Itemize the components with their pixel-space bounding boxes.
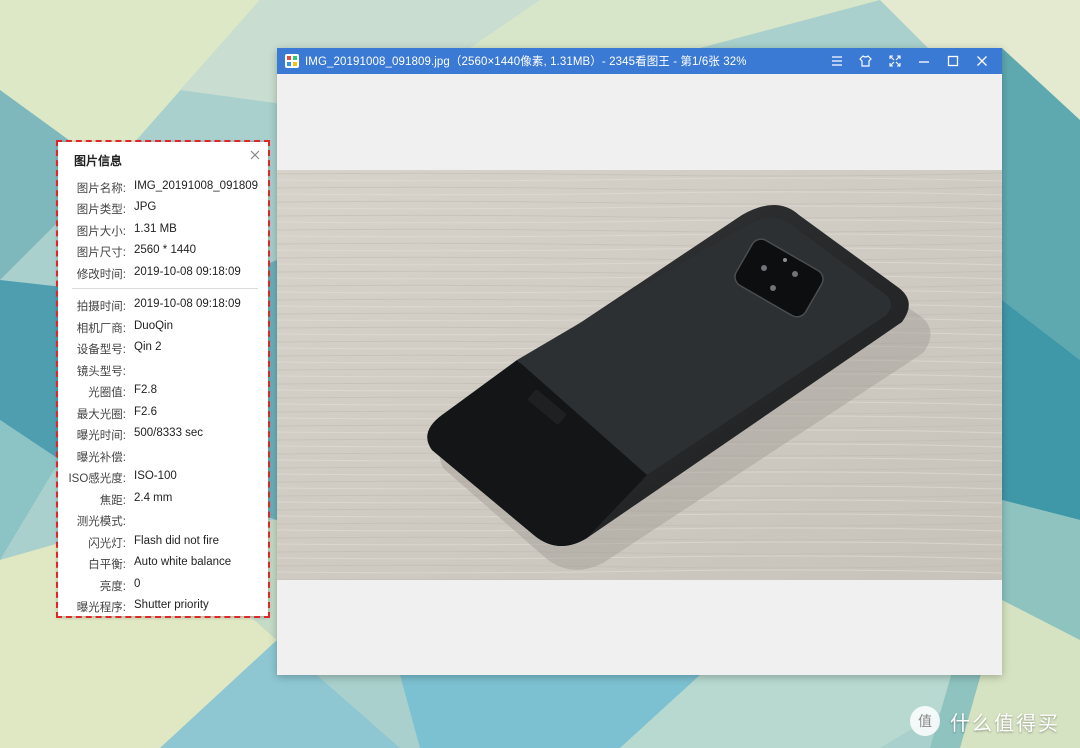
image-viewer-window: IMG_20191008_091809.jpg（2560×1440像素, 1.3… xyxy=(277,48,1002,675)
info-row-value: ISO-100 xyxy=(134,470,177,482)
skin-icon[interactable] xyxy=(851,48,880,74)
info-row: 闪光灯: Flash did not fire xyxy=(58,532,268,552)
info-row-label: 测光模式: xyxy=(76,516,126,528)
info-row-label: 相机厂商: xyxy=(76,323,126,335)
menu-icon[interactable] xyxy=(822,48,851,74)
watermark-badge: 值 xyxy=(910,706,940,736)
info-row-label: 镜头型号: xyxy=(76,366,126,378)
close-icon[interactable] xyxy=(248,148,262,162)
info-row-value: 2019-10-08 09:18:09 xyxy=(134,266,241,278)
info-row-label: 亮度: xyxy=(99,581,126,593)
info-row-label: 图片大小: xyxy=(76,226,126,238)
fullscreen-icon[interactable] xyxy=(880,48,909,74)
info-row: 最大光圈: F2.6 xyxy=(58,403,268,423)
info-row: ISO感光度: ISO-100 xyxy=(58,467,268,487)
info-row: 焦距: 2.4 mm xyxy=(58,489,268,509)
info-row: 设备型号: Qin 2 xyxy=(58,338,268,358)
maximize-icon[interactable] xyxy=(938,48,967,74)
info-row-label: 光圈值: xyxy=(88,387,126,399)
app-logo-icon xyxy=(285,54,299,68)
info-row: 曝光程序: Shutter priority xyxy=(58,596,268,616)
info-panel-title: 图片信息 xyxy=(74,154,123,168)
info-row-value: Flash did not fire xyxy=(134,535,220,547)
window-title: IMG_20191008_091809.jpg（2560×1440像素, 1.3… xyxy=(305,56,747,68)
info-row-value: 2019-10-08 09:18:09 xyxy=(134,298,241,310)
info-panel-header: 图片信息 xyxy=(58,142,268,176)
info-row: 图片大小: 1.31 MB xyxy=(58,220,268,240)
minimize-icon[interactable] xyxy=(909,48,938,74)
info-row-label: 闪光灯: xyxy=(88,538,126,550)
info-row-label: 修改时间: xyxy=(76,269,126,281)
info-row-label: 曝光程序: xyxy=(76,602,126,614)
info-row-label: 设备型号: xyxy=(76,344,126,356)
info-row: 镜头型号: xyxy=(58,360,268,380)
info-row-label: 拍摄时间: xyxy=(76,301,126,313)
section-divider xyxy=(72,288,258,289)
info-row-value: 1.31 MB xyxy=(134,223,177,235)
info-row: 曝光时间: 500/8333 sec xyxy=(58,424,268,444)
info-row-value: 0 xyxy=(134,578,141,590)
info-row-value: F2.6 xyxy=(134,406,158,418)
info-row-value: 2560 * 1440 xyxy=(134,244,197,256)
info-row-value: Shutter priority xyxy=(134,599,209,611)
info-row-value: F2.8 xyxy=(134,384,158,396)
info-row-value: Auto white balance xyxy=(134,556,232,568)
info-row: 白平衡: Auto white balance xyxy=(58,553,268,573)
info-row-label: ISO感光度: xyxy=(68,473,126,485)
info-row: 亮度: 0 xyxy=(58,575,268,595)
title-bar[interactable]: IMG_20191008_091809.jpg（2560×1440像素, 1.3… xyxy=(277,48,1002,74)
info-row-label: 曝光补偿: xyxy=(76,452,126,464)
info-row-label: 焦距: xyxy=(99,495,126,507)
info-row-label: 图片名称: xyxy=(76,183,126,195)
info-row-label: 图片类型: xyxy=(76,204,126,216)
info-row-value: 2.4 mm xyxy=(134,492,173,504)
info-row: 相机厂商: DuoQin xyxy=(58,317,268,337)
info-row-label: 白平衡: xyxy=(88,559,126,571)
info-row: 图片名称: IMG_20191008_091809 xyxy=(58,177,268,197)
info-row-label: 最大光圈: xyxy=(76,409,126,421)
info-row: 图片类型: JPG xyxy=(58,198,268,218)
watermark: 值 什么值得买 xyxy=(910,704,1060,738)
image-info-panel: 图片信息 图片名称: IMG_20191008_091809 图片类型: JPG 图片大… xyxy=(58,142,268,616)
info-row: 测光模式: xyxy=(58,510,268,530)
watermark-text: 什么值得买 xyxy=(950,712,1060,735)
info-row-value: 500/8333 sec xyxy=(134,427,204,439)
info-row: 修改时间: 2019-10-08 09:18:09 xyxy=(58,263,268,283)
info-row: 图片尺寸: 2560 * 1440 xyxy=(58,241,268,261)
close-icon[interactable] xyxy=(967,48,996,74)
displayed-photo xyxy=(277,170,1002,580)
info-row: 拍摄时间: 2019-10-08 09:18:09 xyxy=(58,295,268,315)
info-row-value: JPG xyxy=(134,201,157,213)
info-row-value: Qin 2 xyxy=(134,341,162,353)
info-row: 曝光补偿: xyxy=(58,446,268,466)
info-row-label: 图片尺寸: xyxy=(76,247,126,259)
info-row: 光圈值: F2.8 xyxy=(58,381,268,401)
info-row-value: DuoQin xyxy=(134,320,173,332)
svg-text:值: 值 xyxy=(918,714,932,730)
info-row-label: 曝光时间: xyxy=(76,430,126,442)
info-row-value: IMG_20191008_091809 xyxy=(134,180,259,192)
